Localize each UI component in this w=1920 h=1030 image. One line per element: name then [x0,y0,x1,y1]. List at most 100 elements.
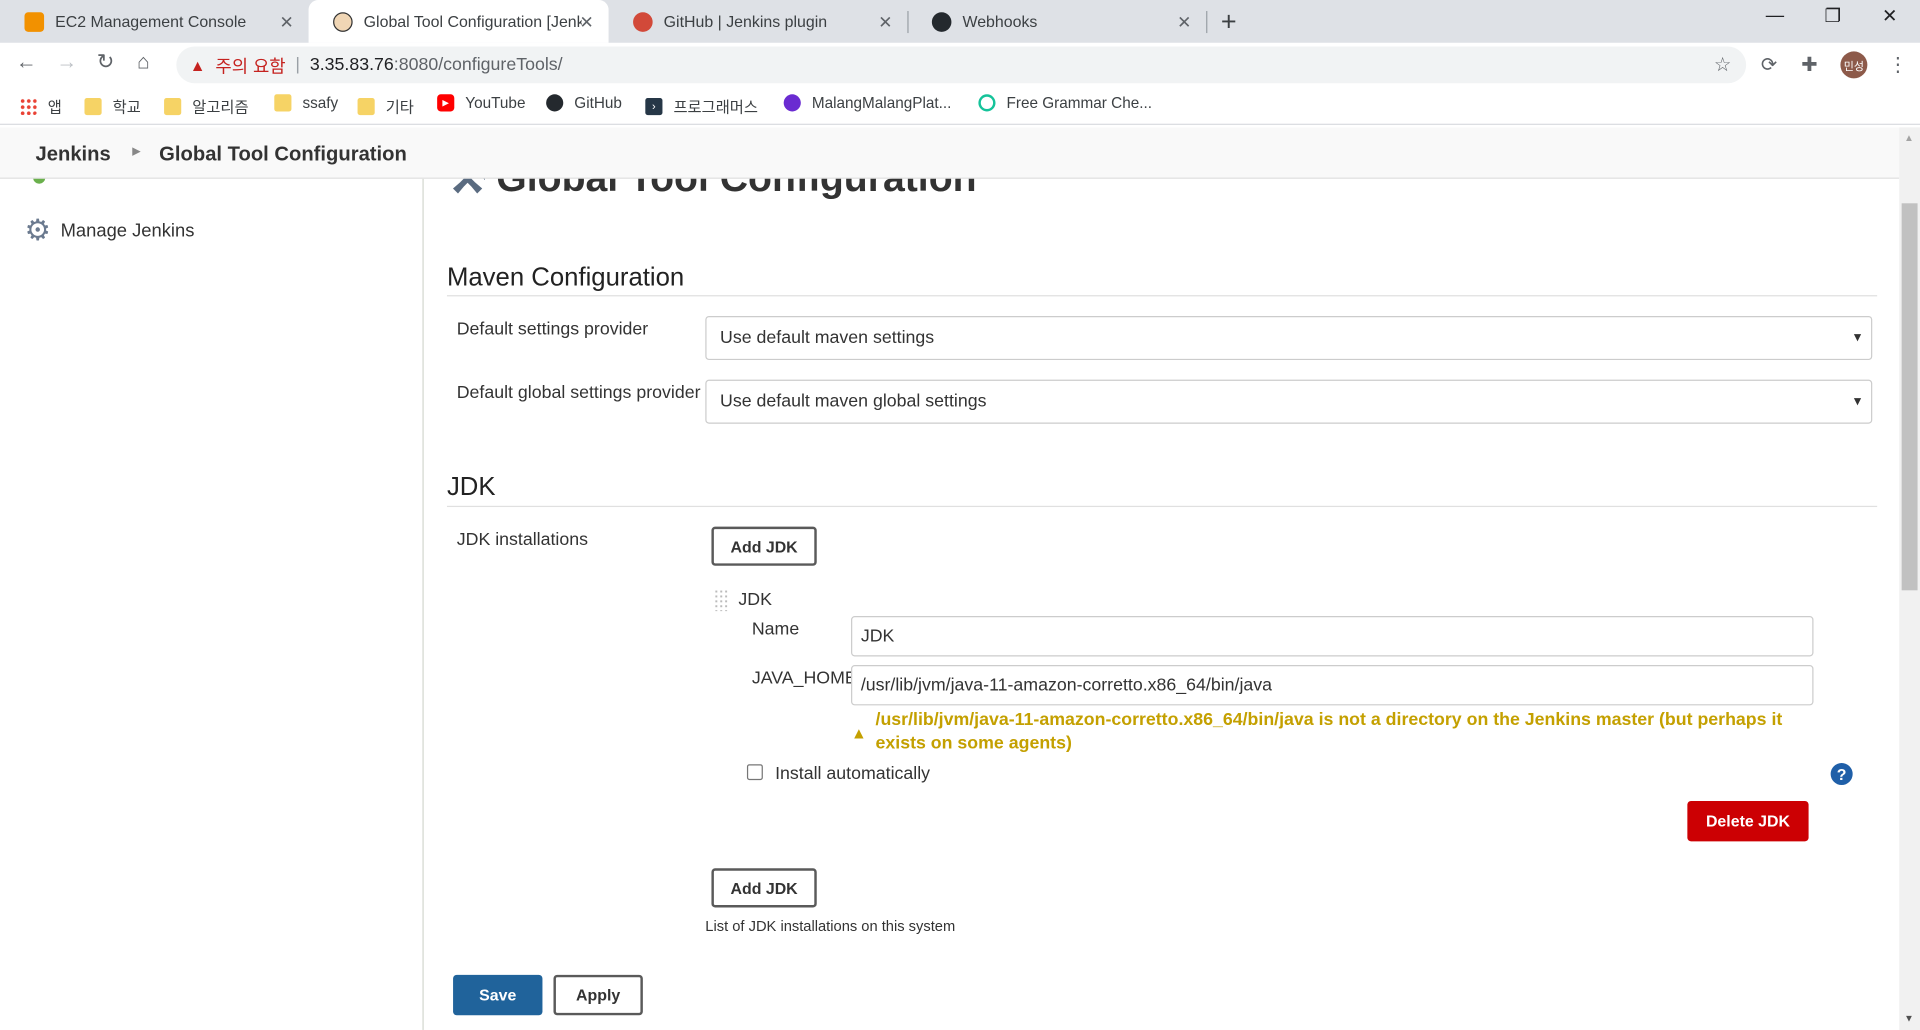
close-icon[interactable]: ✕ [280,12,294,33]
github-icon [931,11,952,32]
bookmark-github[interactable]: GitHub [546,94,622,112]
maximize-button[interactable]: ❐ [1825,5,1841,27]
breadcrumb-jenkins-link[interactable]: Jenkins [36,143,111,166]
bookmark-apps[interactable]: 앱 [19,94,62,117]
section-divider [446,295,1878,297]
bookmark-label: GitHub [574,94,622,112]
github-icon [546,94,564,112]
help-icon[interactable]: ? [1830,762,1853,786]
jdk-entry-title: JDK [738,590,772,610]
not-secure-warning-icon: ▲ [189,55,206,75]
apply-button[interactable]: Apply [553,974,643,1016]
add-jdk-button-bottom[interactable]: Add JDK [711,868,817,908]
delete-jdk-button[interactable]: Delete JDK [1687,800,1809,842]
minimize-button[interactable]: — [1766,5,1784,26]
install-automatically-checkbox[interactable] [746,764,763,781]
avatar[interactable]: 민성 [1840,51,1868,79]
default-settings-select[interactable]: Use default maven settings ▾ [705,315,1873,361]
close-icon[interactable]: ✕ [1177,12,1191,33]
side-panel: ⚙ Manage Jenkins [0,178,424,1030]
window-close-button[interactable]: ✕ [1882,5,1897,27]
close-icon[interactable]: ✕ [580,12,594,33]
new-tab-button[interactable]: + [1221,6,1237,38]
tab-title: Webhooks [962,12,1038,31]
extension-sync-icon[interactable]: ⟳ [1761,53,1777,77]
sidebar-item-manage-jenkins[interactable]: ⚙ Manage Jenkins [24,213,194,249]
forward-arrow-icon[interactable]: → [56,50,77,74]
chevron-down-icon: ▾ [1853,328,1862,346]
drag-handle[interactable] [713,589,729,612]
warning-icon: ▲ [851,723,867,743]
folder-icon [274,94,292,112]
aws-box-icon [24,11,45,32]
bookmark-programmers[interactable]: › 프로그래머스 [645,94,758,117]
page-title-text: Global Tool Configuration [496,179,976,200]
browser-tab-ec2[interactable]: EC2 Management Console ✕ [0,0,309,43]
scroll-up-arrow-icon[interactable]: ▲ [1904,132,1914,143]
youtube-icon: ▶ [437,94,455,112]
tools-icon: ⚒ [447,179,487,203]
page-scrollbar[interactable]: ▲ ▼ [1899,127,1920,1030]
browser-tab-jenkins[interactable]: Global Tool Configuration [Jenk ✕ [308,0,609,43]
browser-tab-strip: EC2 Management Console ✕ Global Tool Con… [0,0,1920,43]
bookmark-school[interactable]: 학교 [84,94,141,117]
chevron-down-icon: ▾ [1853,391,1862,410]
address-url: 3.35.83.76:8080/configureTools/ [310,55,563,75]
bookmark-label: 앱 [47,99,62,117]
bookmark-star-icon[interactable]: ☆ [1714,53,1732,77]
select-value: Use default maven global settings [720,391,987,412]
jdk-name-input[interactable]: JDK [851,616,1814,657]
global-settings-select[interactable]: Use default maven global settings ▾ [705,379,1873,424]
folder-icon [164,97,182,115]
breadcrumb-current[interactable]: Global Tool Configuration [159,143,407,166]
bookmark-youtube[interactable]: ▶ YouTube [437,94,526,112]
scroll-thumb[interactable] [1901,203,1918,591]
bookmark-ssafy[interactable]: ssafy [274,94,339,112]
grammar-icon [978,94,996,112]
bookmark-grammar[interactable]: Free Grammar Che... [978,94,1152,112]
breadcrumb-chevron-icon[interactable]: ▶ [132,145,140,158]
scroll-down-arrow-icon[interactable]: ▼ [1904,1013,1914,1024]
address-path: :8080/configureTools/ [393,55,563,75]
bookmark-label: 프로그래머스 [673,99,758,117]
bookmark-label: 학교 [112,99,141,117]
bookmark-label: 알고리즘 [192,99,249,117]
folder-icon [84,97,102,115]
bookmark-malang[interactable]: MalangMalangPlat... [783,94,951,112]
tab-title: EC2 Management Console [55,12,247,31]
bookmark-label: ssafy [302,94,339,112]
bookmark-algorithm[interactable]: 알고리즘 [164,94,249,117]
select-value: Use default maven settings [720,328,935,348]
jdk-installations-label: JDK installations [456,530,588,550]
partial-side-item-icon [33,178,46,184]
not-secure-label: 주의 요함 [215,56,286,77]
menu-kebab-icon[interactable]: ⋮ [1888,53,1908,77]
main-panel: ⚒ Global Tool Configuration Maven Config… [425,179,1899,1030]
close-icon[interactable]: ✕ [878,12,892,33]
install-automatically-label: Install automatically [775,764,931,784]
address-bar[interactable]: ▲ 주의 요함 | 3.35.83.76:8080/configureTools… [176,46,1747,84]
bookmark-etc[interactable]: 기타 [357,94,414,117]
malang-icon [783,94,801,112]
section-divider [446,505,1878,508]
sidebar-item-label: Manage Jenkins [60,220,195,242]
browser-tab-github-plugin[interactable]: GitHub | Jenkins plugin ✕ [609,0,908,43]
bookmarks-bar: 앱 학교 알고리즘 ssafy 기타 ▶ YouTube GitHub › 프로… [0,86,1920,125]
java-home-warning: ▲ /usr/lib/jvm/java-11-amazon-corretto.x… [851,709,1813,756]
home-icon[interactable]: ⌂ [137,50,150,74]
tab-separator [1206,11,1208,34]
address-separator: | [295,55,301,75]
reload-icon[interactable]: ↻ [97,50,114,74]
add-jdk-button[interactable]: Add JDK [711,526,817,566]
java-home-input[interactable]: /usr/lib/jvm/java-11-amazon-corretto.x86… [851,665,1814,706]
extensions-puzzle-icon[interactable]: ✚ [1801,53,1817,77]
back-arrow-icon[interactable]: ← [16,50,37,74]
save-button[interactable]: Save [453,974,543,1016]
jenkins-plugin-icon [633,11,653,32]
browser-tab-webhooks[interactable]: Webhooks ✕ [907,0,1206,43]
maven-section-heading: Maven Configuration [446,263,685,292]
gear-icon: ⚙ [24,214,51,248]
bookmark-label: YouTube [465,94,526,112]
breadcrumb: Jenkins ▶ Global Tool Configuration [0,127,1900,179]
bookmark-label: Free Grammar Che... [1006,94,1152,112]
